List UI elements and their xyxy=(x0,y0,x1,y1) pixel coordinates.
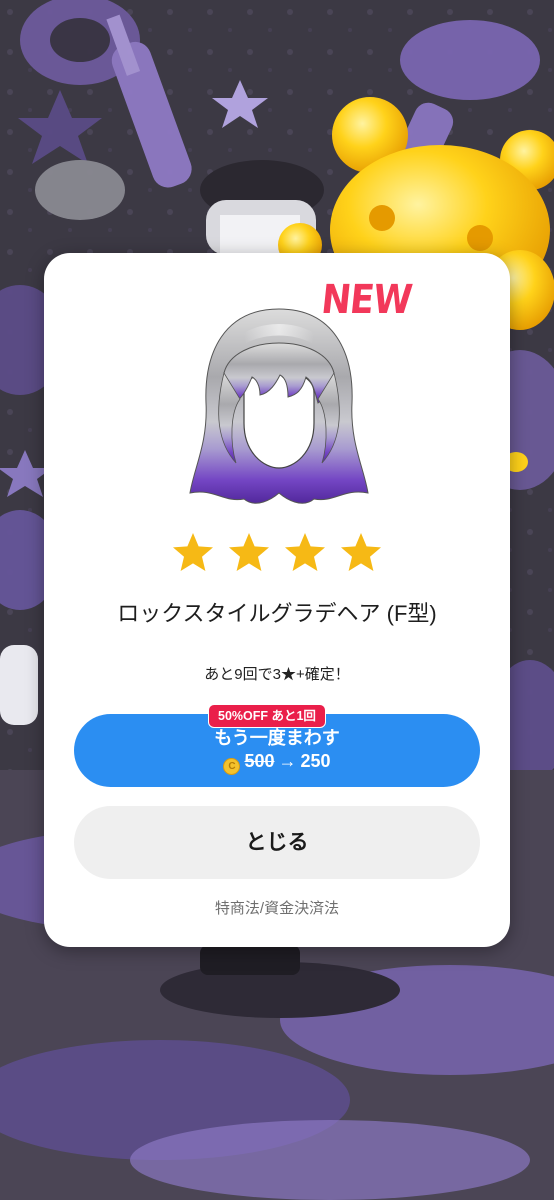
close-button[interactable]: とじる xyxy=(74,806,480,879)
star-icon xyxy=(285,533,325,571)
rarity-stars xyxy=(44,531,510,579)
star-icon xyxy=(173,533,213,571)
star-icon xyxy=(229,533,269,571)
new-price: 250 xyxy=(300,751,331,771)
coin-icon: C xyxy=(223,758,241,775)
pity-guarantee-text: あと9回で3★+確定！ xyxy=(204,666,350,683)
star-icon xyxy=(341,533,381,571)
price-row: C 500 → 250 xyxy=(74,751,480,775)
discount-badge: 50%OFF あと1回 xyxy=(208,704,326,728)
legal-link[interactable]: 特商法/資金決済法 xyxy=(44,897,510,918)
gacha-result-modal: NEW ロックスタイルグラデヘア (F型) あと9回で3★+確定！ もう一度まわ… xyxy=(44,253,510,947)
old-price: 500 xyxy=(244,751,275,771)
hair-item-icon xyxy=(184,303,374,513)
item-name: ロックスタイルグラデヘア (F型) xyxy=(117,601,437,626)
arrow: → xyxy=(278,751,297,771)
